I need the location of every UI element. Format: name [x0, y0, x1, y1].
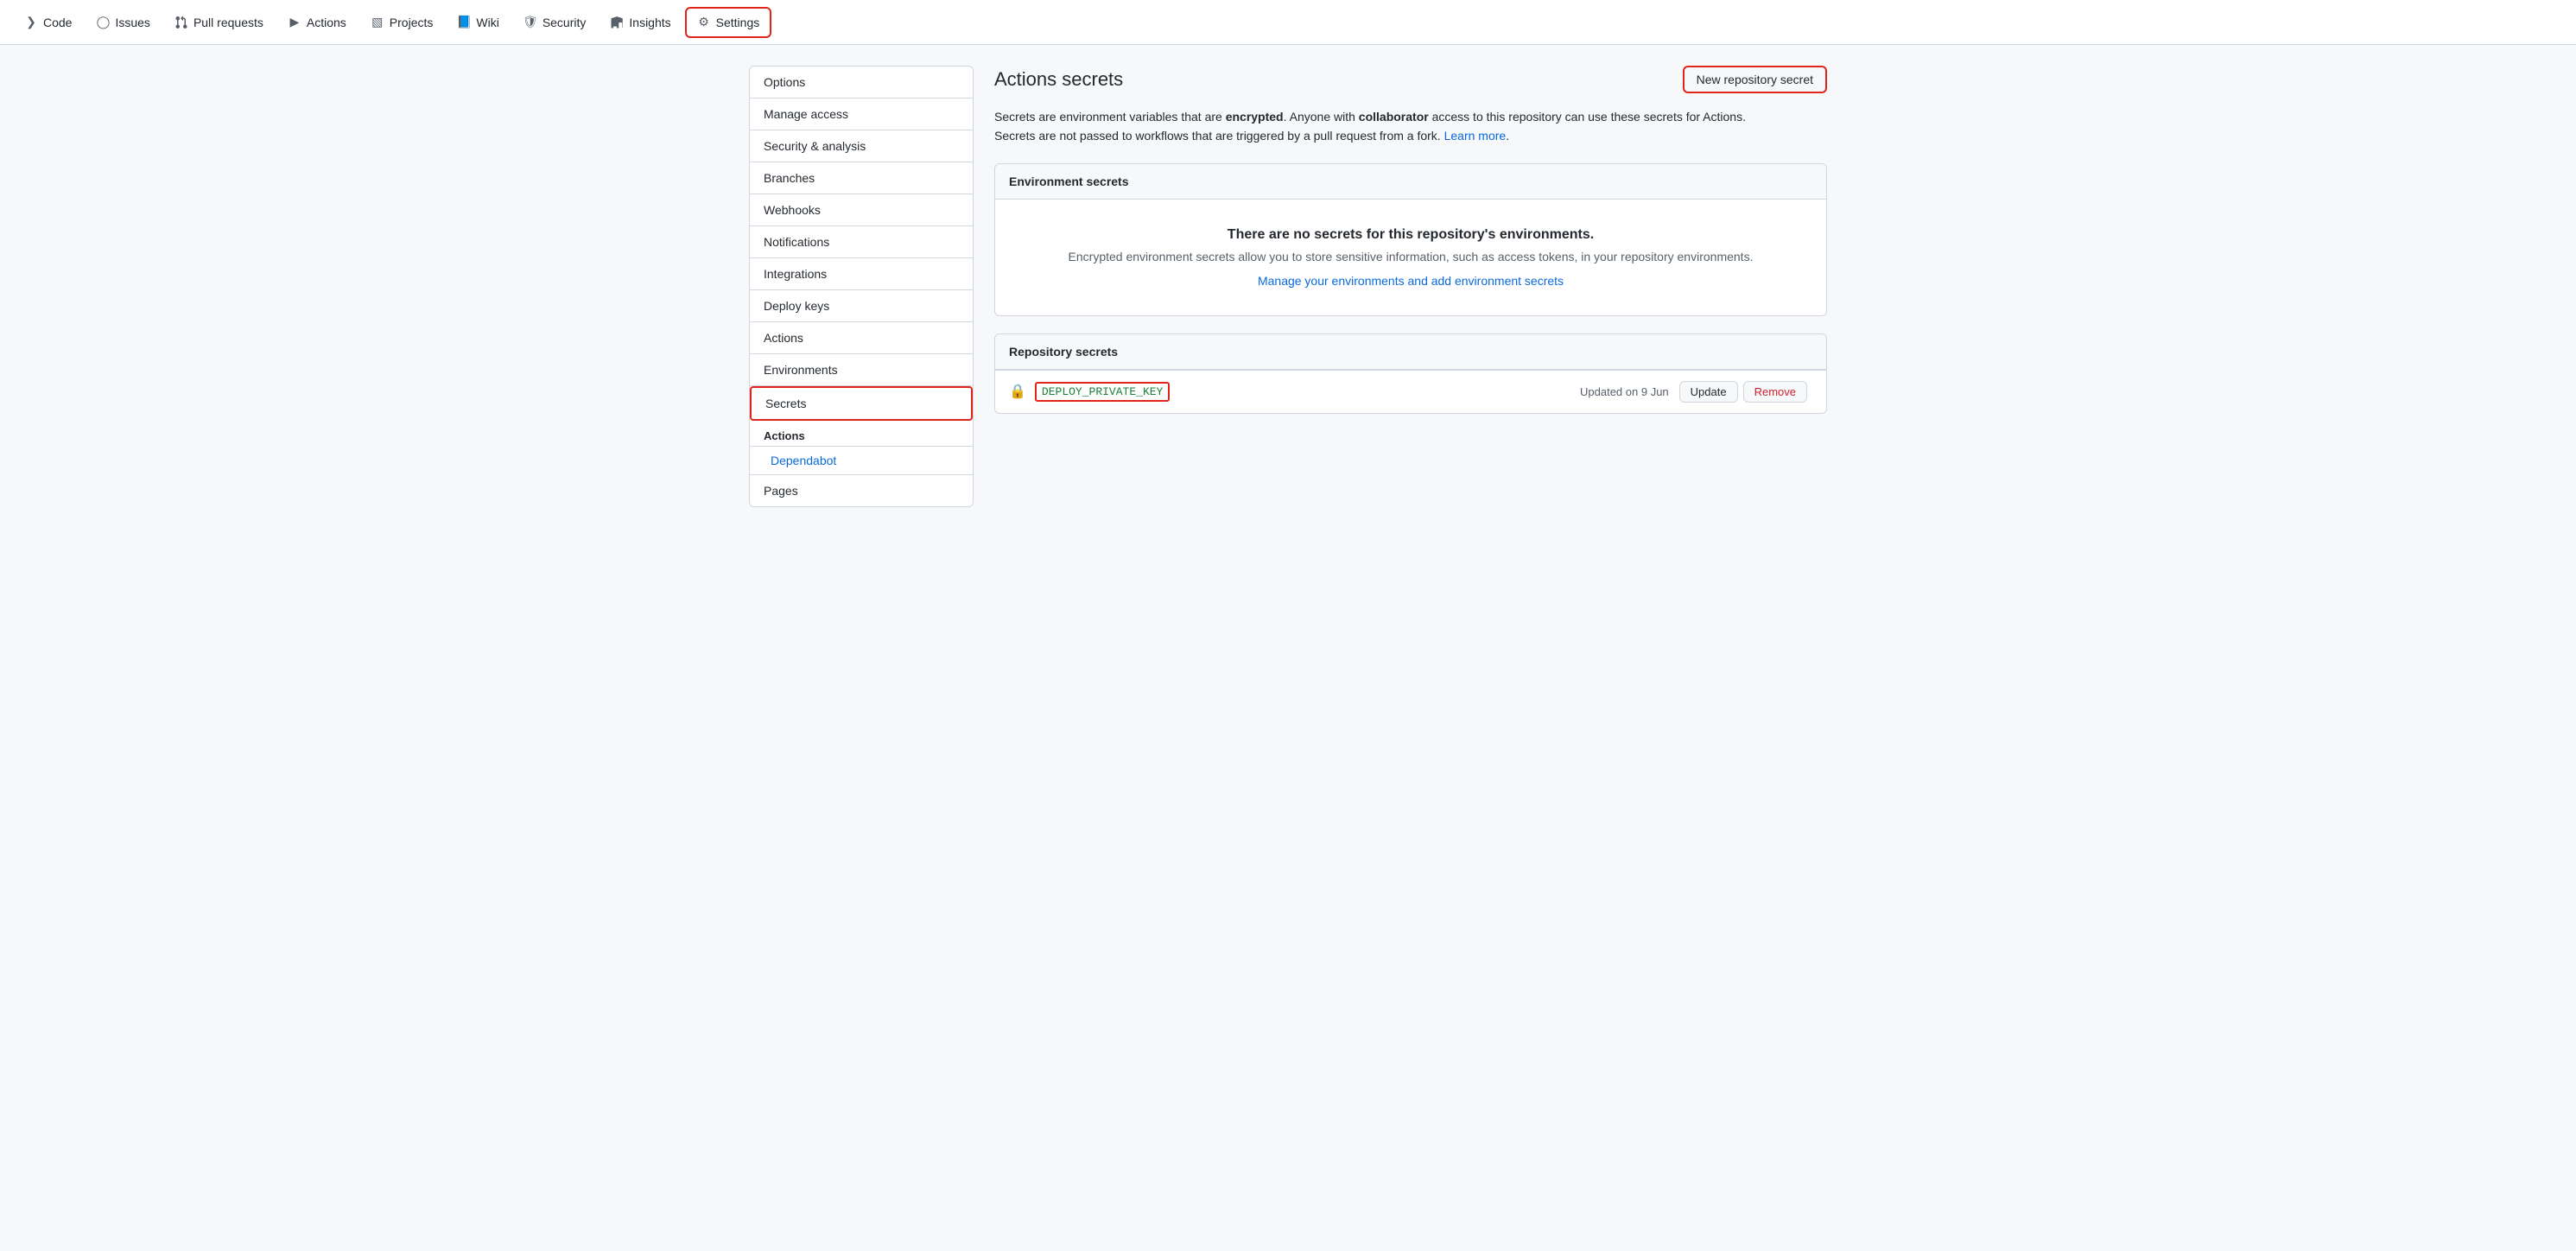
nav-wiki[interactable]: 📘 Wiki	[447, 9, 509, 36]
manage-environments-link[interactable]: Manage your environments and add environ…	[1258, 274, 1564, 288]
nav-code[interactable]: ❯ Code	[14, 9, 82, 36]
nav-insights-label: Insights	[629, 16, 670, 29]
projects-icon: ▧	[371, 16, 384, 29]
sidebar-item-webhooks[interactable]: Webhooks	[750, 194, 973, 226]
sidebar-item-integrations[interactable]: Integrations	[750, 258, 973, 290]
code-icon: ❯	[24, 16, 38, 29]
nav-actions[interactable]: ▶ Actions	[277, 9, 357, 36]
lock-icon: 🔒	[1009, 383, 1026, 400]
nav-security[interactable]: 🛡 Security	[513, 9, 597, 36]
sidebar-item-branches[interactable]: Branches	[750, 162, 973, 194]
sidebar-dependabot-link[interactable]: Dependabot	[750, 447, 973, 475]
page-header: Actions secrets New repository secret	[994, 66, 1827, 93]
repository-secrets-section: Repository secrets 🔒 DEPLOY_PRIVATE_KEY …	[994, 333, 1827, 414]
collaborator-bold: collaborator	[1359, 110, 1429, 124]
nav-issues[interactable]: ◯ Issues	[86, 9, 160, 36]
issues-icon: ◯	[96, 16, 110, 29]
sidebar-item-actions[interactable]: Actions	[750, 322, 973, 354]
pr-icon	[174, 16, 188, 29]
environment-secrets-section: Environment secrets There are no secrets…	[994, 163, 1827, 316]
secret-updated: Updated on 9 Jun	[1580, 385, 1669, 398]
actions-icon: ▶	[288, 16, 301, 29]
settings-icon: ⚙	[697, 16, 711, 29]
sidebar-item-options[interactable]: Options	[750, 67, 973, 98]
nav-code-label: Code	[43, 16, 72, 29]
update-secret-button[interactable]: Update	[1679, 381, 1738, 403]
sidebar-item-secrets[interactable]: Secrets	[750, 386, 973, 421]
secret-row: 🔒 DEPLOY_PRIVATE_KEY Updated on 9 Jun Up…	[995, 370, 1826, 413]
description-line1: Secrets are environment variables that a…	[994, 107, 1827, 126]
page-title: Actions secrets	[994, 68, 1123, 91]
remove-secret-button[interactable]: Remove	[1743, 381, 1807, 403]
insights-icon	[610, 16, 624, 29]
sidebar: Options Manage access Security & analysi…	[749, 66, 974, 507]
nav-projects[interactable]: ▧ Projects	[360, 9, 444, 36]
new-repository-secret-button[interactable]: New repository secret	[1683, 66, 1827, 93]
no-secrets-title: There are no secrets for this repository…	[1009, 227, 1812, 243]
sidebar-item-pages[interactable]: Pages	[750, 475, 973, 506]
security-icon: 🛡	[523, 16, 537, 29]
nav-wiki-label: Wiki	[476, 16, 498, 29]
nav-issues-label: Issues	[115, 16, 149, 29]
page-layout: Options Manage access Security & analysi…	[735, 45, 1841, 528]
sidebar-item-notifications[interactable]: Notifications	[750, 226, 973, 258]
nav-settings-label: Settings	[716, 16, 760, 29]
env-secrets-header: Environment secrets	[995, 164, 1826, 200]
description-block: Secrets are environment variables that a…	[994, 107, 1827, 146]
sidebar-item-environments[interactable]: Environments	[750, 354, 973, 386]
encrypted-bold: encrypted	[1226, 110, 1284, 124]
nav-settings[interactable]: ⚙ Settings	[685, 7, 772, 38]
env-secrets-body: There are no secrets for this repository…	[995, 200, 1826, 315]
nav-projects-label: Projects	[390, 16, 434, 29]
wiki-icon: 📘	[457, 16, 471, 29]
nav-insights[interactable]: Insights	[600, 9, 681, 36]
repo-secrets-header: Repository secrets	[995, 334, 1826, 370]
nav-pr-label: Pull requests	[194, 16, 263, 29]
sidebar-item-security-analysis[interactable]: Security & analysis	[750, 130, 973, 162]
sidebar-sub-header: Actions	[750, 421, 973, 447]
secret-name: DEPLOY_PRIVATE_KEY	[1035, 382, 1170, 402]
sidebar-item-manage-access[interactable]: Manage access	[750, 98, 973, 130]
no-secrets-desc: Encrypted environment secrets allow you …	[1009, 250, 1812, 264]
nav-pull-requests[interactable]: Pull requests	[164, 9, 274, 36]
sidebar-item-deploy-keys[interactable]: Deploy keys	[750, 290, 973, 322]
learn-more-link[interactable]: Learn more	[1444, 129, 1507, 143]
main-content: Actions secrets New repository secret Se…	[994, 66, 1827, 414]
nav-actions-label: Actions	[307, 16, 346, 29]
top-navigation: ❯ Code ◯ Issues Pull requests ▶ Actions …	[0, 0, 2576, 45]
description-line2: Secrets are not passed to workflows that…	[994, 126, 1827, 145]
nav-security-label: Security	[542, 16, 587, 29]
